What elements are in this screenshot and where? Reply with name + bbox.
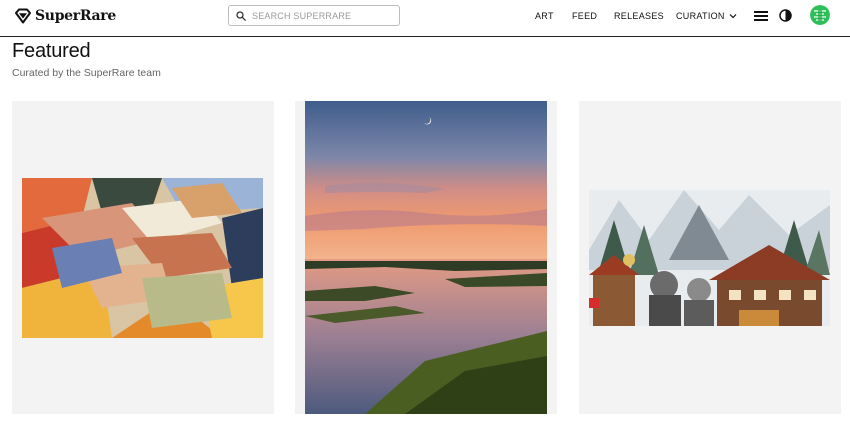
search-input[interactable] (252, 10, 392, 21)
menu-icon[interactable] (754, 11, 768, 21)
nav-curation-label: CURATION (676, 11, 725, 21)
artwork-hands-illustration (22, 178, 263, 338)
chevron-down-icon (729, 14, 737, 19)
featured-card-1[interactable] (12, 101, 274, 414)
top-navigation-bar: SuperRare ART FEED RELEASES CURATION (0, 0, 850, 37)
theme-toggle-icon[interactable] (779, 9, 792, 22)
nav-feed[interactable]: FEED (572, 11, 597, 21)
diamond-icon (15, 8, 31, 24)
page-subtitle: Curated by the SuperRare team (12, 67, 161, 79)
search-box[interactable] (228, 5, 400, 26)
nav-art[interactable]: ART (535, 11, 554, 21)
logo-text: SuperRare (35, 8, 116, 24)
search-icon (236, 10, 246, 21)
featured-card-2[interactable] (295, 101, 557, 414)
superrare-logo[interactable]: SuperRare (15, 6, 116, 26)
nav-curation-dropdown[interactable]: CURATION (676, 11, 737, 21)
featured-card-3[interactable] (579, 101, 841, 414)
nav-releases[interactable]: RELEASES (614, 11, 664, 21)
artwork-alpine-village-collage (589, 190, 830, 326)
avatar[interactable] (810, 5, 830, 25)
artwork-sunset-marsh-photo (305, 101, 547, 414)
page-title: Featured (12, 40, 91, 62)
